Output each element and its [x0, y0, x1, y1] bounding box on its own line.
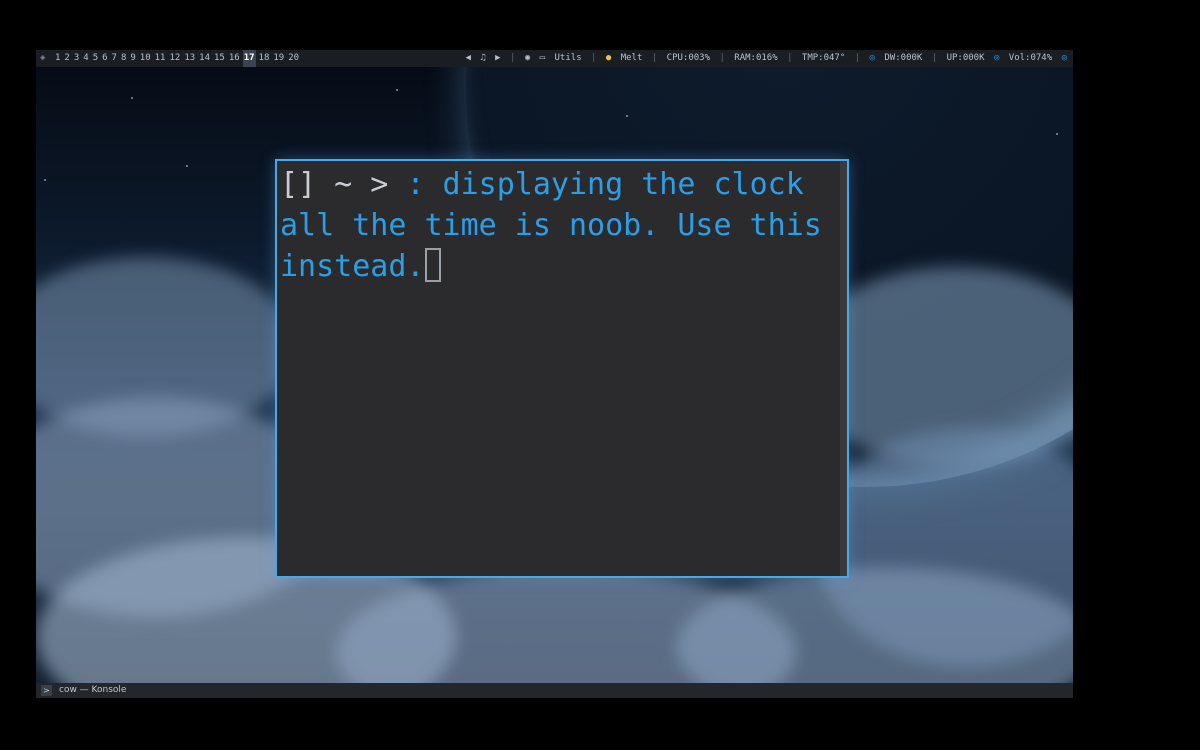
- music-note-icon[interactable]: ♫: [480, 53, 485, 63]
- status-area: ◀ ♫ ▶ | ◉ ▭ Utils | ● Melt | CPU:003% | …: [461, 50, 1067, 67]
- workspace-15[interactable]: 15: [213, 50, 226, 67]
- ram-readout: RAM:016%: [734, 53, 778, 63]
- workspace-16[interactable]: 16: [228, 50, 241, 67]
- desktop-screen: ◈ 1 2 3 4 5 6 7 8 9 10 11 12 13 14 15 16 17 18 19 20 ◀ ♫ ▶ …: [36, 50, 1073, 698]
- workspace-13[interactable]: 13: [183, 50, 196, 67]
- steam-icon[interactable]: ◉: [525, 53, 530, 63]
- volume-readout[interactable]: Vol:074%: [1009, 53, 1052, 63]
- separator: |: [651, 53, 658, 63]
- workspace-6[interactable]: 6: [101, 50, 108, 67]
- temperature-readout: TMP:047°: [801, 53, 846, 63]
- command-colon: :: [406, 167, 425, 202]
- workspace-11[interactable]: 11: [154, 50, 167, 67]
- utils-label[interactable]: Utils: [555, 53, 582, 63]
- workspace-20[interactable]: 20: [287, 50, 300, 67]
- workspace-3[interactable]: 3: [73, 50, 80, 67]
- workspace-8[interactable]: 8: [120, 50, 127, 67]
- separator: |: [719, 53, 725, 63]
- power-icon[interactable]: ◎: [1062, 53, 1067, 63]
- download-readout: DW:000K: [884, 53, 923, 63]
- media-prev-button[interactable]: ◀: [465, 53, 470, 63]
- separator: |: [591, 53, 597, 63]
- text-cursor: [424, 248, 441, 282]
- melt-icon[interactable]: ●: [606, 53, 611, 63]
- terminal-scrollbar[interactable]: [840, 161, 847, 576]
- workspace-7[interactable]: 7: [111, 50, 118, 67]
- workspace-17[interactable]: 17: [242, 50, 256, 67]
- workspace-18[interactable]: 18: [258, 50, 271, 67]
- window-title[interactable]: cow — Konsole: [59, 683, 126, 698]
- workspace-10[interactable]: 10: [139, 50, 152, 67]
- workspace-12[interactable]: 12: [168, 50, 181, 67]
- top-panel: ◈ 1 2 3 4 5 6 7 8 9 10 11 12 13 14 15 16 17 18 19 20 ◀ ♫ ▶ …: [36, 50, 1073, 67]
- bottom-taskbar: > cow — Konsole: [36, 683, 1073, 698]
- shell-prompt: [] ~ >: [280, 167, 407, 202]
- workspace-5[interactable]: 5: [92, 50, 99, 67]
- terminal-output[interactable]: [] ~ > : displaying the clock all the ti…: [280, 164, 832, 287]
- workspace-1[interactable]: 1: [54, 50, 61, 67]
- cpu-readout: CPU:003%: [666, 53, 711, 63]
- menu-dot-icon[interactable]: ◈: [40, 50, 45, 67]
- workspace-19[interactable]: 19: [272, 50, 285, 67]
- separator: |: [509, 53, 516, 63]
- konsole-icon[interactable]: >: [41, 685, 52, 696]
- workspace-14[interactable]: 14: [198, 50, 211, 67]
- network-down-icon: ◎: [869, 53, 875, 63]
- workspace-switcher: 1 2 3 4 5 6 7 8 9 10 11 12 13 14 15 16 17 18 19 20: [54, 50, 302, 67]
- workspace-9[interactable]: 9: [129, 50, 136, 67]
- monitor-icon[interactable]: ▭: [540, 53, 545, 63]
- melt-label[interactable]: Melt: [621, 53, 643, 63]
- volume-icon[interactable]: ◎: [994, 53, 999, 63]
- separator: |: [854, 53, 861, 63]
- media-next-button[interactable]: ▶: [495, 53, 500, 63]
- konsole-terminal-window[interactable]: [] ~ > : displaying the clock all the ti…: [275, 159, 849, 578]
- separator: |: [931, 53, 938, 63]
- workspace-4[interactable]: 4: [82, 50, 89, 67]
- upload-readout: UP:000K: [946, 53, 985, 63]
- separator: |: [787, 53, 793, 63]
- workspace-2[interactable]: 2: [63, 50, 70, 67]
